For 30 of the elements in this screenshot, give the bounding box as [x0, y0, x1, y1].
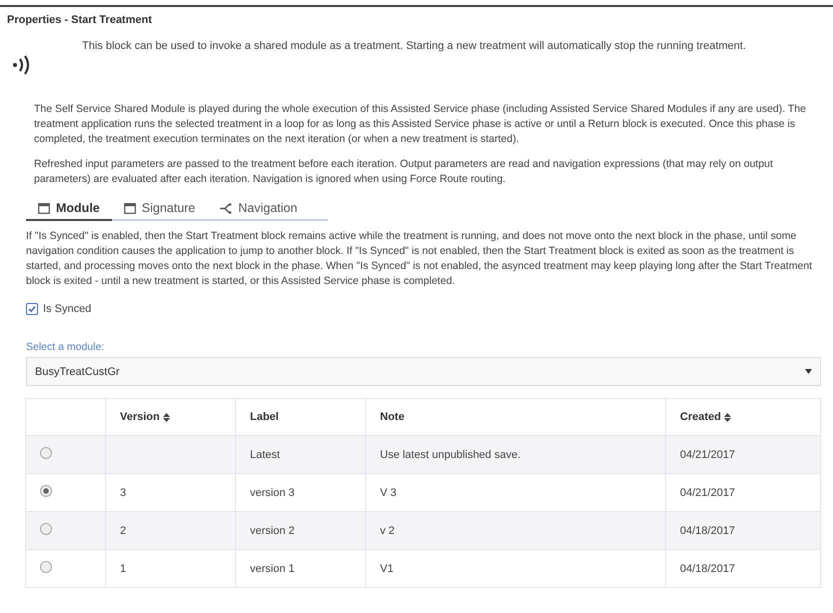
description-text: If "Is Synced" is enabled, then the Start Treatment block remains active while the treatment is running, and does not move onto the next block in the phase, until some navigation condition causes the application to jump to another block. If "Is Synced" is not enabled, then the Start Treatment block is exited as soon as the treatment is started, and processing moves onto the next block in the phase. When "Is Synced" is not enabled, the asynced treatment may keep playing long after the Start Treatment block is exited - until a new treatment is started, or this Assisted Service phase is completed. — [26, 229, 814, 289]
window-icon — [124, 202, 136, 214]
table-cell: version 1 — [236, 550, 366, 588]
info-paragraph: Refreshed input parameters are passed to the treatment before each iteration. Output parameters are read and navigation expressions (that may rely on output parameters) are evaluated after each iteration. Navigation is ignored when using Force Route routing. — [34, 157, 774, 187]
window-icon — [38, 202, 50, 214]
sort-icon[interactable] — [162, 412, 170, 422]
sort-icon[interactable] — [724, 412, 731, 422]
signal-waves-icon — [12, 54, 32, 76]
column-header[interactable]: Created — [666, 398, 820, 436]
table-cell: 1 — [106, 550, 236, 588]
radio-button[interactable] — [40, 561, 52, 573]
tab[interactable]: Signature — [112, 199, 208, 221]
intro-text: This block can be used to invoke a shared module as a treatment. Starting a new treatment will automatically stop the running treatment. — [82, 40, 746, 52]
table-cell: 04/18/2017 — [666, 550, 820, 588]
panel-title: Properties - Start Treatment — [6, 13, 153, 26]
branch-icon — [219, 202, 232, 214]
column-header: Note — [366, 398, 666, 436]
field-label: Select a module: — [26, 341, 106, 353]
module-dropdown[interactable]: BusyTreatCustGr — [26, 357, 821, 386]
tab[interactable]: Module — [26, 199, 112, 221]
radio-button[interactable] — [40, 485, 52, 497]
column-header[interactable]: Version — [106, 398, 236, 436]
radio-button[interactable] — [40, 447, 52, 459]
info-paragraph: The Self Service Shared Module is played during the whole execution of this Assisted Service phase (including Assisted Service Shared Modules if any are used). The treatment application runs the selected treatment in a loop for as long as this Assisted Service phase is active or until a Return block is executed. Once this phase is completed, the treatment execution terminates on the next iteration (or when a new treatment is started). — [34, 102, 807, 147]
checkbox[interactable] — [26, 303, 38, 315]
checkbox-label: Is Synced — [43, 303, 92, 315]
dropdown-caret-icon — [805, 369, 812, 374]
radio-button[interactable] — [40, 523, 52, 535]
tab[interactable]: Navigation — [207, 199, 310, 221]
table-cell: V1 — [366, 550, 666, 588]
